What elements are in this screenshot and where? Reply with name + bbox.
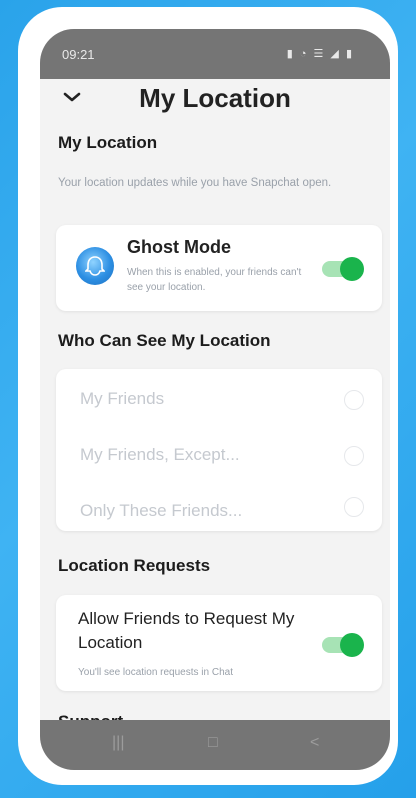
status-time: 09:21	[62, 47, 95, 62]
section-title-who-can-see: Who Can See My Location	[58, 331, 271, 350]
header: My Location	[40, 79, 390, 123]
radio-only-these-friends[interactable]	[344, 497, 364, 517]
status-icons: ▮ ◔ ☰ ◢ ▮	[286, 48, 354, 60]
ghost-mode-card[interactable]: Ghost Mode When this is enabled, your fr…	[56, 225, 382, 311]
section-title-location-requests: Location Requests	[58, 556, 211, 575]
back-button[interactable]: <	[310, 734, 319, 752]
recents-button[interactable]: |||	[112, 734, 124, 752]
location-requests-title: Allow Friends to Request My Location	[78, 609, 295, 652]
radio-my-friends-except[interactable]	[344, 446, 364, 466]
option-my-friends-except[interactable]: My Friends, Except...	[80, 445, 240, 465]
option-only-these-friends[interactable]: Only These Friends...	[80, 501, 242, 521]
who-can-see-card: My Friends My Friends, Except... Only Th…	[56, 369, 382, 531]
page-title: My Location	[139, 83, 291, 113]
location-requests-toggle[interactable]	[322, 633, 364, 657]
ghost-mode-title: Ghost Mode	[127, 237, 231, 257]
home-button[interactable]: □	[208, 734, 218, 752]
system-navigation-bar: ||| □ <	[40, 720, 390, 770]
phone-screen: 09:21 ▮ ◔ ☰ ◢ ▮ My Location My Location …	[40, 29, 390, 770]
location-requests-card[interactable]: Allow Friends to Request My Location You…	[56, 595, 382, 691]
toggle-knob	[340, 633, 364, 657]
status-bar: 09:21 ▮ ◔ ☰ ◢ ▮	[40, 29, 390, 79]
ghost-mode-description: When this is enabled, your friends can't…	[127, 267, 302, 293]
toggle-knob	[340, 257, 364, 281]
ghost-mode-toggle[interactable]	[322, 257, 364, 281]
location-requests-subtitle: You'll see location requests in Chat	[78, 667, 233, 678]
ghost-mode-icon	[76, 247, 114, 285]
radio-my-friends[interactable]	[344, 390, 364, 410]
my-location-description: Your location updates while you have Sna…	[58, 177, 332, 189]
section-title-my-location: My Location	[58, 133, 158, 152]
option-my-friends[interactable]: My Friends	[80, 389, 164, 409]
